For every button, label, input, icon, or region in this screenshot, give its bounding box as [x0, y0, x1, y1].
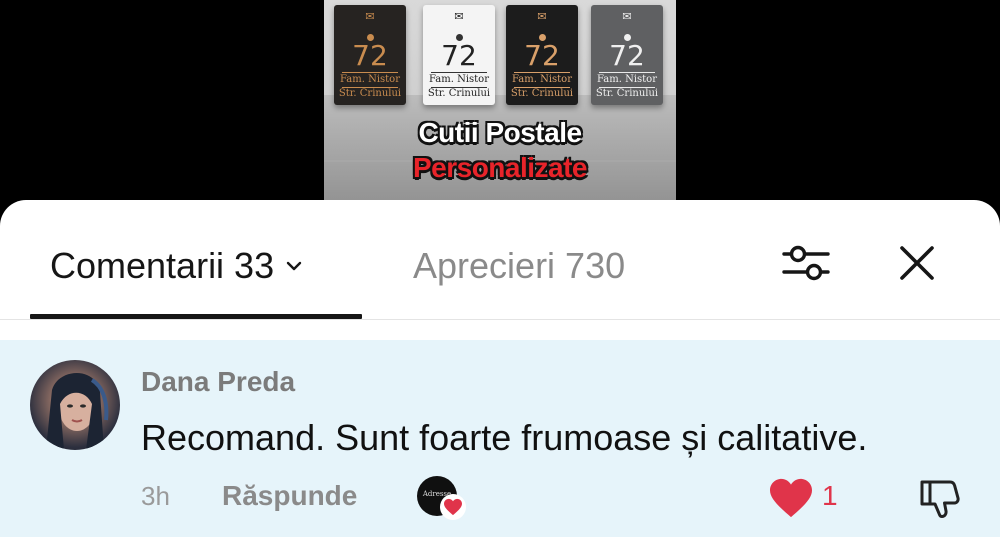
comment-item[interactable]: Dana Preda Recomand. Sunt foarte frumoas… — [0, 340, 1000, 537]
mailbox-rule — [342, 72, 398, 73]
mailbox-number: 72 — [352, 39, 388, 72]
mailbox-rule — [599, 72, 655, 73]
comments-sheet: Comentarii 33 Aprecieri 730 Dana Preda R… — [0, 200, 1000, 537]
mailbox-product-4: ✉ 72 Fam. Nistor Str. Crinului — [591, 5, 663, 105]
mailbox-product-1: ✉ 72 Fam. Nistor Str. Crinului — [334, 5, 406, 105]
mailbox-family: Fam. Nistor — [512, 74, 572, 85]
envelope-icon: ✉ — [365, 11, 375, 23]
reply-button[interactable]: Răspunde — [222, 480, 357, 512]
mailbox-number: 72 — [524, 39, 560, 72]
mailbox-family: Fam. Nistor — [597, 74, 657, 85]
video-caption-subtitle: Personalizate — [412, 152, 588, 183]
mailbox-street: Str. Crinului — [427, 88, 491, 99]
tab-comments-label: Comentarii 33 — [50, 245, 275, 286]
mailbox-number: 72 — [441, 39, 477, 72]
envelope-icon: ✉ — [537, 11, 547, 23]
thumbs-down-icon[interactable] — [916, 474, 964, 522]
comment-timestamp: 3h — [141, 481, 170, 511]
mailbox-family: Fam. Nistor — [429, 74, 489, 85]
mailbox-product-3: ✉ 72 Fam. Nistor Str. Crinului — [506, 5, 578, 105]
heart-icon — [444, 498, 462, 516]
mailbox-street: Str. Crinului — [510, 88, 574, 99]
video-caption-title: Cutii Postale — [418, 117, 582, 148]
mailbox-family: Fam. Nistor — [340, 74, 400, 85]
mailbox-street: Str. Crinului — [338, 88, 402, 99]
tab-likes[interactable]: Aprecieri 730 — [413, 244, 625, 288]
comment-author[interactable]: Dana Preda — [141, 365, 295, 399]
envelope-icon: ✉ — [454, 11, 464, 23]
mailbox-product-2: ✉ 72 Fam. Nistor Str. Crinului — [423, 5, 495, 105]
mailbox-rule — [431, 72, 487, 73]
tab-divider — [0, 319, 1000, 320]
envelope-icon: ✉ — [622, 11, 632, 23]
like-count: 1 — [822, 480, 838, 511]
sheet-tab-bar: Comentarii 33 Aprecieri 730 — [0, 200, 1000, 320]
avatar[interactable] — [30, 360, 120, 450]
avatar-portrait — [46, 373, 109, 450]
mailbox-number: 72 — [609, 39, 645, 72]
creator-liked-badge — [440, 494, 466, 520]
comment-text: Recomand. Sunt foarte frumoase și calita… — [141, 417, 868, 458]
heart-icon[interactable] — [768, 477, 814, 519]
mailbox-street: Str. Crinului — [595, 88, 659, 99]
mailbox-rule — [514, 72, 570, 73]
chevron-down-icon — [286, 261, 302, 271]
video-preview[interactable]: ✉ 72 Fam. Nistor Str. Crinului ✉ 72 Fam.… — [324, 0, 676, 215]
sliders-icon[interactable] — [778, 236, 834, 292]
tab-comments[interactable]: Comentarii 33 — [30, 240, 362, 320]
close-icon[interactable] — [890, 236, 946, 292]
